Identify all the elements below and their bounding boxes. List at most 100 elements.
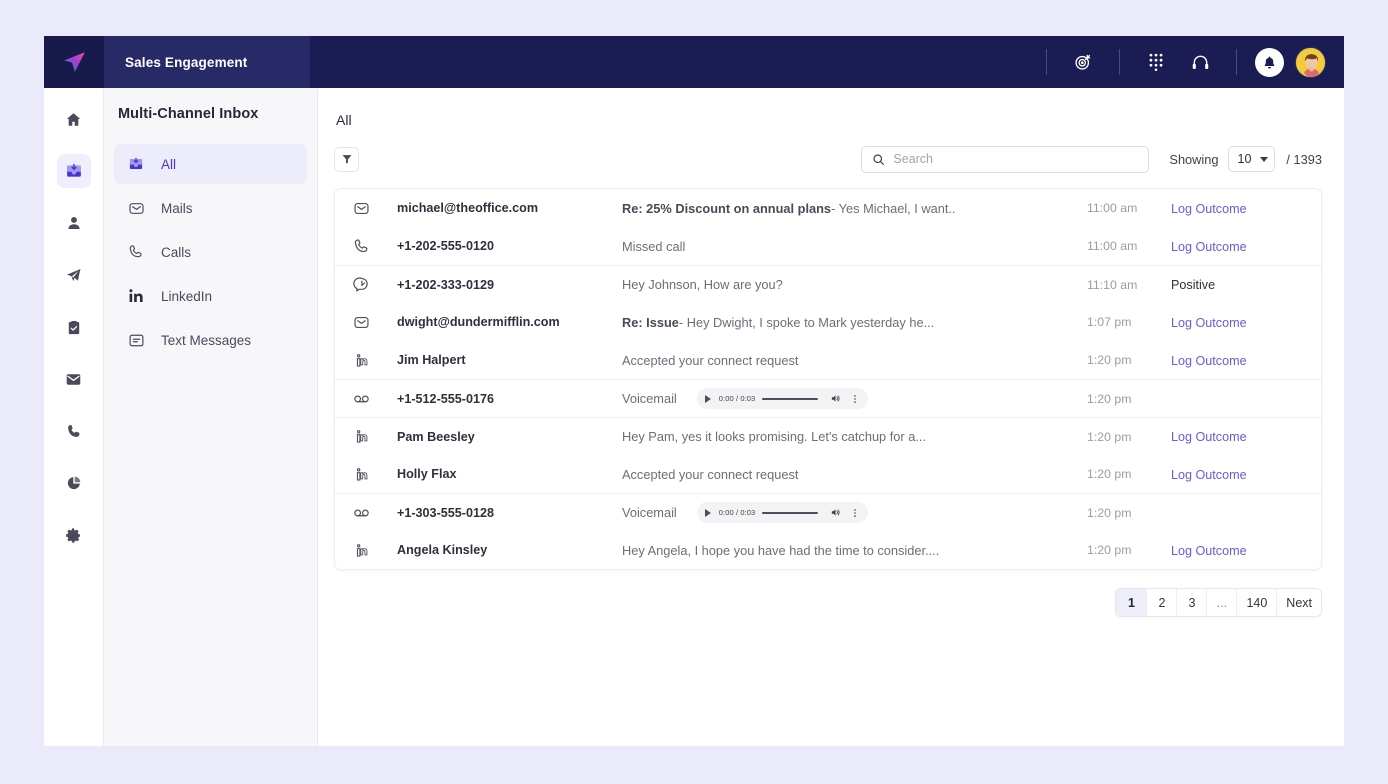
audio-progress-bar[interactable] bbox=[762, 397, 819, 400]
inbox-nav-panel: Multi-Channel Inbox All Mails Calls Link… bbox=[104, 88, 318, 746]
volume-icon[interactable] bbox=[830, 393, 841, 404]
contact-identifier: michael@theoffice.com bbox=[397, 201, 539, 215]
audio-progress-bar[interactable] bbox=[762, 511, 819, 514]
table-row[interactable]: dwight@dundermifflin.com Re: Issue - Hey … bbox=[335, 303, 1321, 341]
sidebar-item-label: LinkedIn bbox=[161, 288, 213, 304]
table-row[interactable]: Pam Beesley Hey Pam, yes it looks promisi… bbox=[335, 417, 1321, 455]
sidebar-item-text-messages[interactable]: Text Messages bbox=[114, 320, 307, 360]
outcome-cell: Log Outcome bbox=[1171, 201, 1321, 216]
outcome-cell: Log Outcome bbox=[1171, 543, 1321, 558]
more-options-icon[interactable] bbox=[850, 393, 860, 405]
table-row[interactable]: Holly Flax Accepted your connect request 1… bbox=[335, 455, 1321, 493]
sidebar-item-calls[interactable]: Calls bbox=[114, 232, 307, 272]
message-cell: Voicemail 0:00 / 0:03 bbox=[622, 502, 1087, 523]
table-row[interactable]: +1-202-333-0129 Hey Johnson, How are you?… bbox=[335, 265, 1321, 303]
search-box[interactable] bbox=[861, 145, 1150, 173]
sms-icon bbox=[353, 276, 397, 293]
message-subject: Re: 25% Discount on annual plans bbox=[622, 200, 832, 216]
table-row[interactable]: Jim Halpert Accepted your connect request… bbox=[335, 341, 1321, 379]
play-icon[interactable] bbox=[704, 508, 711, 517]
voicemail-icon bbox=[353, 390, 397, 407]
pagination-next[interactable]: Next bbox=[1276, 589, 1321, 616]
table-row[interactable]: +1-512-555-0176 Voicemail 0:00 / 0:03 1:20 … bbox=[335, 379, 1321, 417]
message-cell: Accepted your connect request bbox=[622, 353, 1087, 368]
top-header-bar: Sales Engagement bbox=[44, 36, 1344, 88]
audio-time: 0:00 / 0:03 bbox=[718, 508, 756, 517]
log-outcome-link[interactable]: Log Outcome bbox=[1171, 316, 1247, 330]
target-icon[interactable] bbox=[1068, 47, 1098, 77]
user-avatar[interactable] bbox=[1295, 46, 1326, 78]
log-outcome-link[interactable]: Log Outcome bbox=[1171, 468, 1247, 482]
table-row[interactable]: +1-202-555-0120 Missed call 11:00 am Log Ou… bbox=[335, 227, 1321, 265]
dialpad-icon[interactable] bbox=[1141, 47, 1171, 77]
table-row[interactable]: michael@theoffice.com Re: 25% Discount on… bbox=[335, 189, 1321, 227]
log-outcome-link[interactable]: Log Outcome bbox=[1171, 430, 1247, 444]
pagination-page[interactable]: 140 bbox=[1236, 589, 1277, 616]
pagination-group: 1 2 3... 140 Next bbox=[1115, 588, 1322, 617]
sidebar-item-all[interactable]: All bbox=[114, 144, 307, 184]
rail-item-home[interactable] bbox=[57, 102, 91, 136]
rail-item-analytics[interactable] bbox=[57, 466, 91, 500]
bell-icon bbox=[1264, 56, 1275, 68]
message-preview: Missed call bbox=[622, 238, 686, 254]
rail-item-tasks[interactable] bbox=[57, 310, 91, 344]
play-icon[interactable] bbox=[704, 394, 711, 403]
outcome-status: Positive bbox=[1171, 278, 1216, 292]
rail-item-mail[interactable] bbox=[57, 362, 91, 396]
contact-identifier: Holly Flax bbox=[397, 467, 457, 481]
app-logo[interactable] bbox=[44, 36, 104, 88]
message-preview: Voicemail bbox=[622, 505, 677, 520]
log-outcome-link[interactable]: Log Outcome bbox=[1171, 544, 1247, 558]
message-cell: Hey Johnson, How are you? bbox=[622, 277, 1087, 292]
rail-item-inbox[interactable] bbox=[56, 154, 91, 188]
log-outcome-link[interactable]: Log Outcome bbox=[1171, 354, 1247, 368]
message-preview: Voicemail bbox=[622, 391, 677, 406]
message-time: 1:20 pm bbox=[1087, 353, 1132, 367]
page-size-select[interactable]: 10 bbox=[1227, 146, 1276, 172]
voicemail-icon bbox=[353, 504, 397, 521]
message-preview: - Yes Michael, I want.. bbox=[831, 200, 956, 216]
more-options-icon[interactable] bbox=[850, 507, 860, 519]
table-row[interactable]: +1-303-555-0128 Voicemail 0:00 / 0:03 1:20 … bbox=[335, 493, 1321, 531]
message-cell: Re: Issue - Hey Dwight, I spoke to Mark … bbox=[622, 315, 1087, 330]
header-divider-3 bbox=[1236, 49, 1237, 75]
contact-identifier: Jim Halpert bbox=[397, 353, 466, 367]
volume-icon[interactable] bbox=[830, 507, 841, 518]
rail-item-contacts[interactable] bbox=[57, 206, 91, 240]
pagination-page[interactable]: 1 bbox=[1116, 589, 1147, 616]
table-row[interactable]: Angela Kinsley Hey Angela, I hope you hav… bbox=[335, 531, 1321, 569]
rail-item-settings[interactable] bbox=[57, 518, 91, 552]
outcome-cell: Positive bbox=[1171, 277, 1321, 292]
rail-item-sequences[interactable] bbox=[57, 258, 91, 292]
log-outcome-link[interactable]: Log Outcome bbox=[1171, 202, 1247, 216]
sidebar-item-linkedin[interactable]: LinkedIn bbox=[114, 276, 307, 316]
inbox-icon bbox=[128, 156, 148, 172]
paper-plane-logo-icon bbox=[64, 52, 85, 72]
contact-identifier: +1-303-555-0128 bbox=[397, 505, 494, 520]
search-input[interactable] bbox=[893, 152, 1139, 166]
outcome-cell: Log Outcome bbox=[1171, 353, 1321, 368]
mail-icon bbox=[128, 200, 148, 217]
pagination-page[interactable]: 2 bbox=[1146, 589, 1177, 616]
contact-identifier: Angela Kinsley bbox=[397, 543, 488, 557]
message-cell: Voicemail 0:00 / 0:03 bbox=[622, 388, 1087, 409]
filter-icon bbox=[342, 155, 351, 164]
voicemail-player[interactable]: 0:00 / 0:03 bbox=[696, 502, 869, 523]
message-time: 1:20 pm bbox=[1087, 429, 1132, 444]
filter-button[interactable] bbox=[334, 146, 359, 172]
sidebar-item-mails[interactable]: Mails bbox=[114, 188, 307, 228]
paper-plane-icon bbox=[66, 268, 81, 281]
voicemail-player[interactable]: 0:00 / 0:03 bbox=[696, 388, 869, 409]
pagination-page[interactable]: 3 bbox=[1176, 589, 1207, 616]
message-time: 1:20 pm bbox=[1087, 391, 1132, 406]
notifications-button[interactable] bbox=[1255, 47, 1284, 77]
app-window: Sales Engagement Multi-Channel Inbox All… bbox=[44, 36, 1344, 746]
log-outcome-link[interactable]: Log Outcome bbox=[1171, 240, 1247, 254]
linkedin-icon bbox=[353, 352, 397, 369]
contact-identifier: +1-512-555-0176 bbox=[397, 391, 494, 406]
gear-icon bbox=[66, 527, 81, 543]
rail-item-calls[interactable] bbox=[57, 414, 91, 448]
headset-icon[interactable] bbox=[1185, 47, 1215, 77]
pagination-ellipsis: ... bbox=[1206, 589, 1237, 616]
message-icon bbox=[128, 332, 148, 349]
